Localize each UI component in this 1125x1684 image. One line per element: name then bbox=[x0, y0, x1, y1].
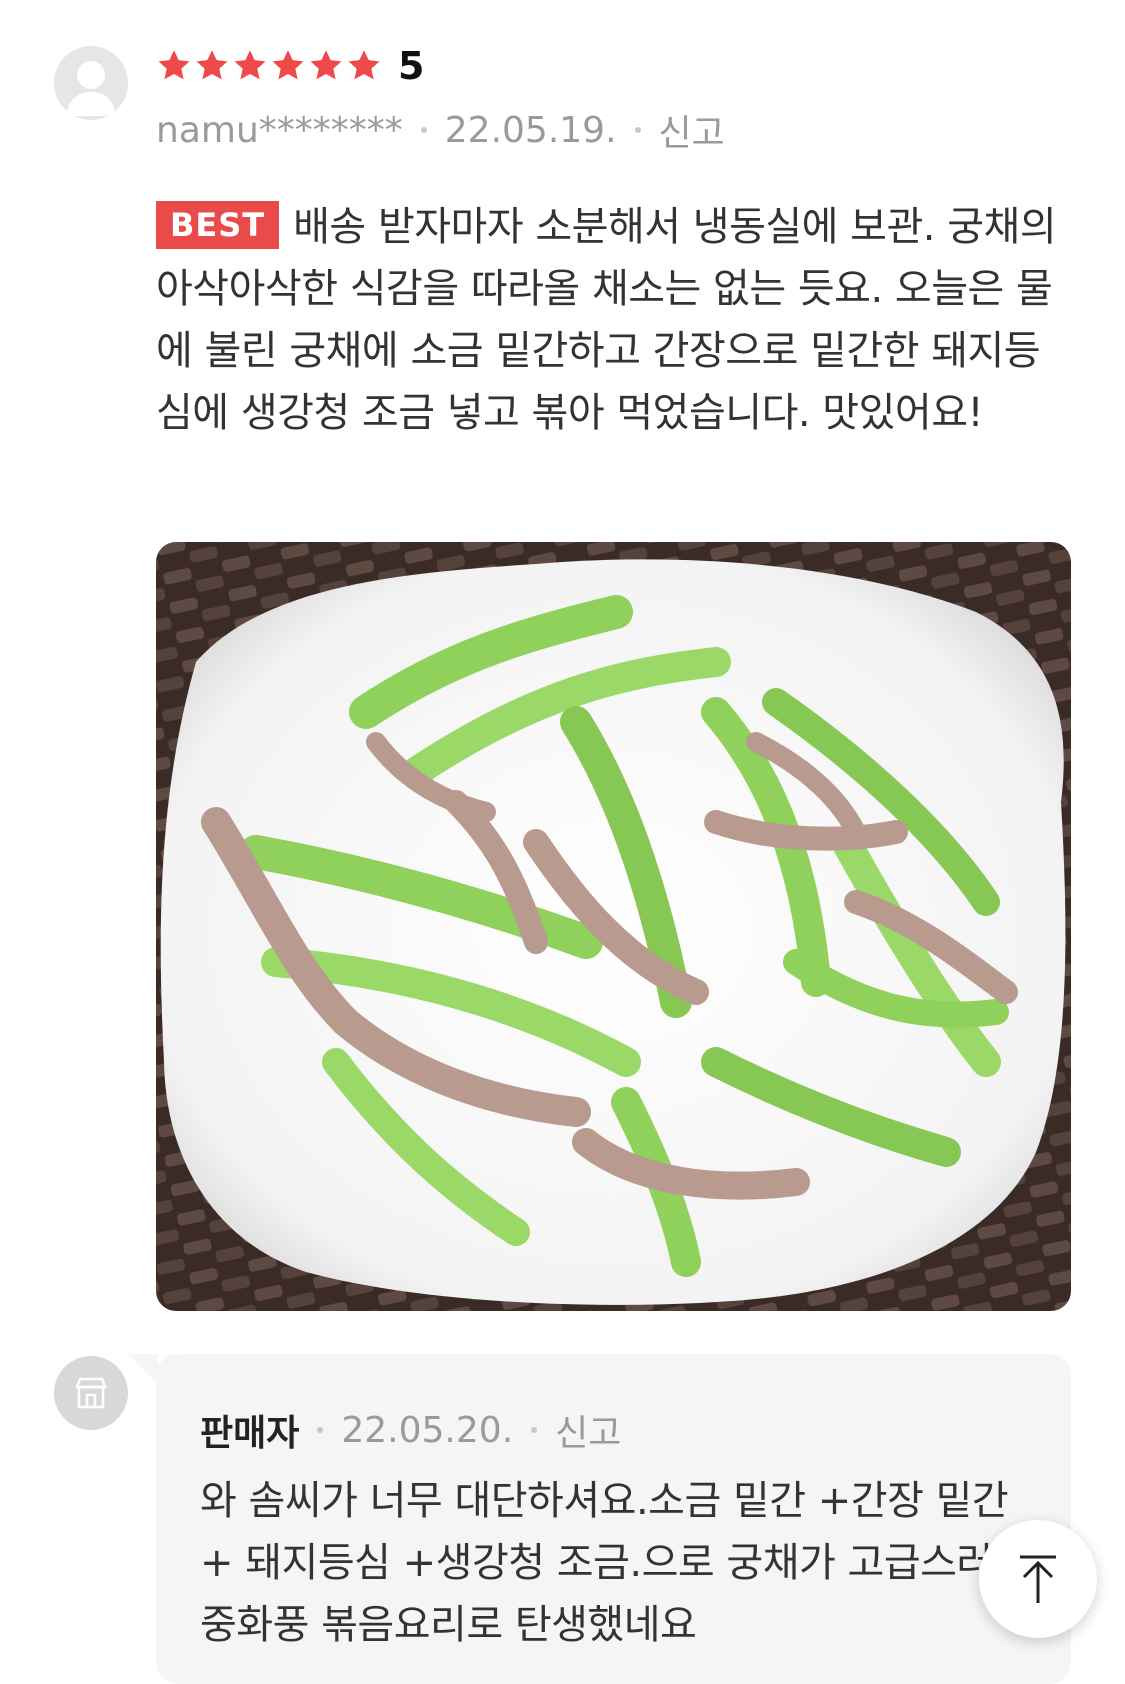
rating-value: 5 bbox=[398, 44, 425, 88]
seller-avatar bbox=[54, 1356, 128, 1430]
separator-dot bbox=[420, 127, 427, 133]
report-button[interactable]: 신고 bbox=[659, 104, 725, 156]
star-icon bbox=[310, 50, 342, 80]
review-meta: namu******** 22.05.19. 신고 bbox=[156, 104, 725, 156]
review-photo[interactable] bbox=[156, 542, 1071, 1311]
arrow-up-icon bbox=[1020, 1555, 1056, 1603]
food-photo-icon bbox=[156, 542, 1071, 1311]
scroll-top-button[interactable] bbox=[979, 1520, 1097, 1638]
star-rating: 5 bbox=[156, 46, 424, 86]
star-icon bbox=[348, 50, 380, 80]
review-text: BEST 배송 받자마자 소분해서 냉동실에 보관. 궁채의 아삭아삭한 식감을 … bbox=[156, 196, 1076, 444]
star-icon bbox=[158, 50, 190, 80]
separator-dot bbox=[634, 127, 641, 133]
separator-dot bbox=[531, 1427, 538, 1433]
seller-name: 판매자 bbox=[200, 1413, 300, 1454]
review-date: 22.05.19. bbox=[444, 109, 617, 151]
reply-bubble-tail bbox=[128, 1354, 158, 1384]
star-icon bbox=[196, 50, 228, 80]
store-icon bbox=[75, 1377, 107, 1409]
star-icon bbox=[234, 50, 266, 80]
reviewer-avatar bbox=[54, 46, 128, 120]
separator-dot bbox=[317, 1427, 324, 1433]
review-body: 배송 받자마자 소분해서 냉동실에 보관. 궁채의 아삭아삭한 식감을 따라올 … bbox=[156, 204, 1057, 436]
seller-reply-meta: 판매자 22.05.20. 신고 bbox=[200, 1404, 621, 1456]
reviewer-username: namu******** bbox=[156, 109, 403, 151]
user-silhouette-icon bbox=[66, 61, 116, 116]
star-icon bbox=[272, 50, 304, 80]
reply-date: 22.05.20. bbox=[341, 1409, 514, 1451]
best-badge: BEST bbox=[156, 201, 280, 249]
seller-reply-text: 와 솜씨가 너무 대단하셔요.소금 밑간 +간장 밑간+ 돼지등심 +생강청 조… bbox=[200, 1478, 1030, 1648]
reply-report-button[interactable]: 신고 bbox=[555, 1404, 621, 1456]
